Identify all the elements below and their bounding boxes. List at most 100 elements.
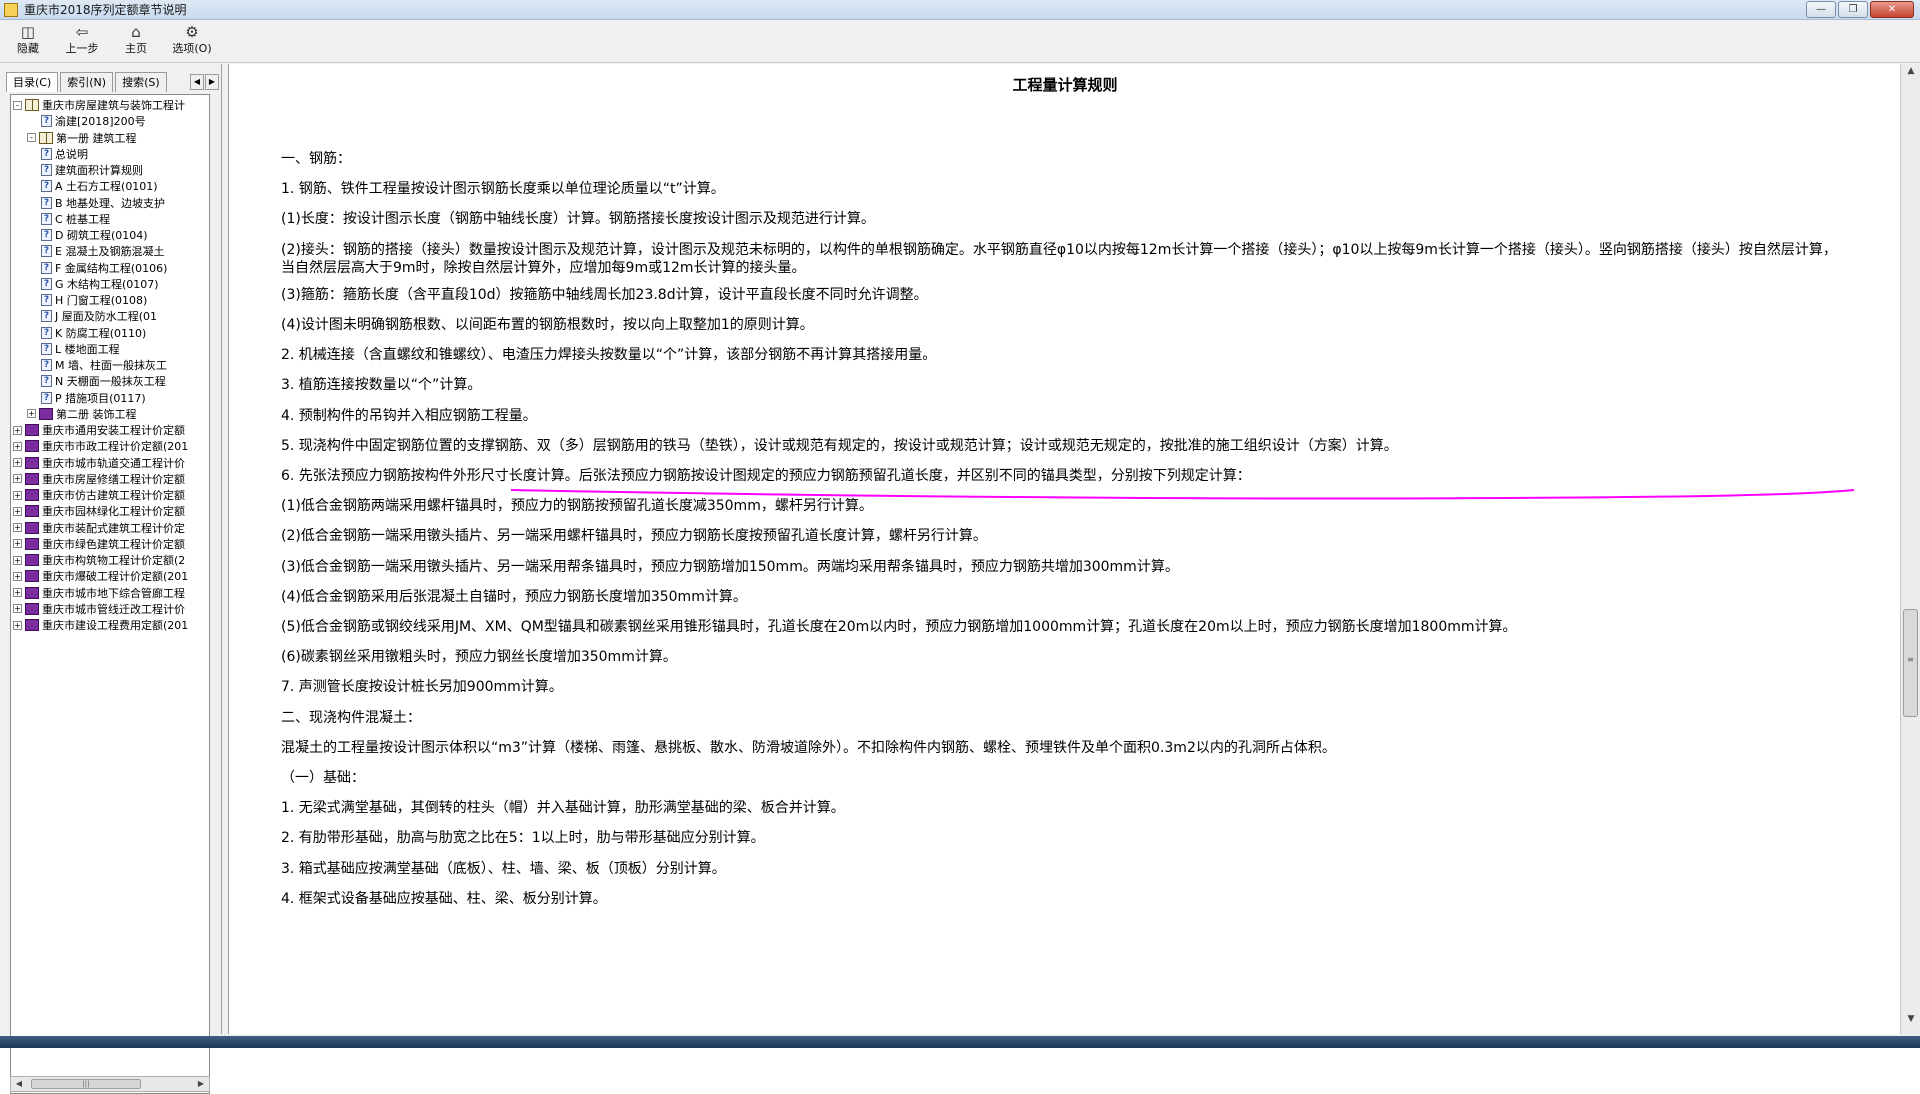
tree-item[interactable]: + 重庆市绿色建筑工程计价定额	[13, 536, 185, 552]
collapse-icon[interactable]: -	[13, 100, 22, 110]
expand-icon[interactable]: +	[13, 490, 22, 500]
expand-icon[interactable]: +	[13, 425, 22, 435]
document-paragraph: 3. 植筋连接按数量以“个”计算。	[281, 377, 482, 394]
tree-item[interactable]: + 重庆市通用安装工程计价定额	[13, 422, 185, 438]
tab-scroll-left-button[interactable]: ◀	[190, 74, 204, 90]
tree-item[interactable]: + 第二册 装饰工程	[27, 406, 137, 422]
document-paragraph: (4)低合金钢筋采用后张混凝土自锚时，预应力钢筋长度增加350mm计算。	[281, 588, 747, 605]
tree-item[interactable]: + 重庆市构筑物工程计价定额(2	[13, 552, 185, 568]
tree-item[interactable]: ? D 砌筑工程(0104)	[41, 227, 148, 243]
document-paragraph: 4. 框架式设备基础应按基础、柱、梁、板分别计算。	[281, 890, 607, 907]
tree-horizontal-scrollbar[interactable]: ◀ ||| ▶	[10, 1076, 210, 1092]
expand-icon[interactable]: +	[13, 506, 22, 516]
tree-item-label: G 木结构工程(0107)	[55, 277, 159, 291]
scroll-left-icon[interactable]: ◀	[13, 1078, 25, 1090]
help-page-icon: ?	[41, 342, 52, 355]
tree-item[interactable]: + 重庆市市政工程计价定额(201	[13, 438, 188, 454]
tree-item-label: 总说明	[55, 147, 88, 161]
tree-item[interactable]: + 重庆市爆破工程计价定额(201	[13, 568, 188, 584]
closed-book-icon	[25, 456, 39, 469]
tree-item[interactable]: + 重庆市仿古建筑工程计价定额	[13, 487, 185, 503]
back-button[interactable]: ⇦ 上一步	[54, 23, 110, 61]
expand-icon[interactable]: +	[13, 555, 22, 565]
expand-icon[interactable]: +	[13, 620, 22, 630]
close-button[interactable]: ✕	[1870, 1, 1914, 18]
tree-item-label: B 地基处理、边坡支护	[55, 196, 166, 210]
tree-item-label: 重庆市构筑物工程计价定额(2	[42, 554, 186, 567]
closed-book-icon	[25, 424, 39, 436]
document-paragraph: 6. 先张法预应力钢筋按构件外形尺寸长度计算。后张法预应力钢筋按设计图规定的预应…	[281, 468, 1251, 484]
scroll-right-icon[interactable]: ▶	[195, 1078, 207, 1090]
tree-item[interactable]: ? M 墙、柱面一般抹灰工	[41, 357, 167, 373]
tree-item[interactable]: + 重庆市房屋修缮工程计价定额	[13, 471, 185, 487]
scrollbar-thumb[interactable]: |||	[31, 1079, 141, 1089]
tree-item[interactable]: + 重庆市城市地下综合管廊工程	[13, 585, 185, 601]
expand-icon[interactable]: +	[27, 409, 36, 419]
document-paragraph: (4)设计图未明确钢筋根数、以间距布置的钢筋根数时，按以向上取整加1的原则计算。	[281, 317, 814, 333]
app-window: 重庆市2018序列定额章节说明 — ❐ ✕ ◫ 隐藏 ⇦ 上一步 ⌂ 主页 ⚙ …	[0, 0, 1920, 1094]
tree-item[interactable]: ? G 木结构工程(0107)	[41, 276, 159, 292]
tree-item[interactable]: + 重庆市城市轨道交通工程计价	[13, 455, 185, 471]
tree-item[interactable]: + 重庆市建设工程费用定额(201	[13, 617, 188, 633]
tab-scroll-right-button[interactable]: ▶	[205, 74, 219, 90]
tree-item[interactable]: ? A 土石方工程(0101)	[41, 178, 158, 194]
help-page-icon: ?	[41, 147, 52, 160]
document-paragraph: 2. 机械连接（含直螺纹和锥螺纹）、电渣压力焊接头按数量以“个”计算，该部分钢筋…	[281, 347, 937, 364]
home-button[interactable]: ⌂ 主页	[108, 23, 164, 61]
tree-item[interactable]: + 重庆市园林绿化工程计价定额	[13, 503, 185, 519]
document-paragraph: 4. 预制构件的吊钩并入相应钢筋工程量。	[281, 407, 537, 424]
collapse-icon[interactable]: -	[27, 133, 36, 142]
expand-icon[interactable]: +	[13, 571, 22, 581]
hide-button[interactable]: ◫ 隐藏	[0, 23, 56, 61]
document-paragraph: (1)低合金钢筋两端采用螺杆锚具时，预应力的钢筋按预留孔道长度减350mm，螺杆…	[281, 498, 873, 515]
tree-item[interactable]: ? 建筑面积计算规则	[41, 162, 143, 178]
tree-item[interactable]: + 重庆市城市管线迁改工程计价	[13, 601, 185, 617]
document-paragraph: 3. 箱式基础应按满堂基础（底板）、柱、墙、梁、板（顶板）分别计算。	[281, 860, 726, 877]
tree-item[interactable]: - 重庆市房屋建筑与装饰工程计	[13, 97, 185, 113]
tree-item-label: 重庆市爆破工程计价定额(201	[42, 570, 189, 584]
expand-icon[interactable]: +	[13, 441, 22, 451]
scroll-up-icon[interactable]: ▲	[1904, 66, 1918, 80]
expand-icon[interactable]: +	[13, 523, 22, 532]
tab-index[interactable]: 索引(N)	[60, 72, 114, 92]
closed-book-icon	[25, 602, 39, 615]
tree-item[interactable]: ? L 楼地面工程	[41, 341, 120, 357]
expand-icon[interactable]: +	[13, 458, 22, 467]
document-vertical-scrollbar[interactable]: ▲ ≡ ▼	[1900, 64, 1920, 1034]
expand-icon[interactable]: +	[13, 539, 22, 549]
document-paragraph: (3)低合金钢筋一端采用镦头插片、另一端采用帮条锚具时，预应力钢筋增加150mm…	[281, 558, 1179, 575]
document-pane: 工程量计算规则 一、钢筋： 1. 钢筋、铁件工程量按设计图示钢筋长度乘以单位理论质…	[228, 64, 1900, 1034]
tree-item[interactable]: ? 渝建[2018]200号	[41, 113, 146, 129]
help-page-icon: ?	[41, 245, 52, 258]
tree-item[interactable]: + 重庆市装配式建筑工程计价定	[13, 520, 185, 536]
scroll-down-icon[interactable]: ▼	[1904, 1014, 1918, 1028]
help-page-icon: ?	[41, 277, 52, 290]
expand-icon[interactable]: +	[13, 474, 22, 484]
options-button[interactable]: ⚙ 选项(O)	[164, 23, 220, 61]
tree-item[interactable]: ? N 天棚面一般抹灰工程	[41, 373, 166, 389]
tree-item[interactable]: ? F 金属结构工程(0106)	[41, 260, 167, 276]
expand-icon[interactable]: +	[13, 588, 22, 597]
tree-item-label: 重庆市通用安装工程计价定额	[42, 424, 185, 437]
expand-icon[interactable]: +	[13, 604, 22, 614]
tree-item[interactable]: ? 总说明	[41, 146, 88, 162]
tab-search[interactable]: 搜索(S)	[115, 72, 167, 92]
tree-item-label: 重庆市绿色建筑工程计价定额	[42, 537, 185, 551]
document-paragraph: 二、现浇构件混凝土：	[281, 709, 421, 726]
tree-item[interactable]: ? E 混凝土及钢筋混凝土	[41, 243, 164, 259]
tree-item[interactable]: ? K 防腐工程(0110)	[41, 325, 146, 341]
tree-item[interactable]: - 第一册 建筑工程	[27, 130, 137, 146]
scrollbar-thumb[interactable]: ≡	[1903, 609, 1918, 717]
tree-item[interactable]: ? B 地基处理、边坡支护	[41, 195, 165, 211]
minimize-button[interactable]: —	[1806, 1, 1836, 18]
document-paragraph: （一）基础：	[281, 770, 365, 786]
hide-pane-icon: ◫	[20, 23, 36, 41]
tree-item[interactable]: ? C 桩基工程	[41, 211, 110, 227]
help-page-icon: ?	[41, 164, 52, 176]
tab-contents[interactable]: 目录(C)	[6, 72, 59, 92]
maximize-button[interactable]: ❐	[1838, 1, 1868, 18]
tree-item[interactable]: ? J 屋面及防水工程(01	[41, 308, 157, 324]
tree-item[interactable]: ? H 门窗工程(0108)	[41, 292, 147, 308]
tree-item[interactable]: ? P 措施项目(0117)	[41, 390, 146, 406]
tree-item-label: 第二册 装饰工程	[56, 407, 137, 421]
